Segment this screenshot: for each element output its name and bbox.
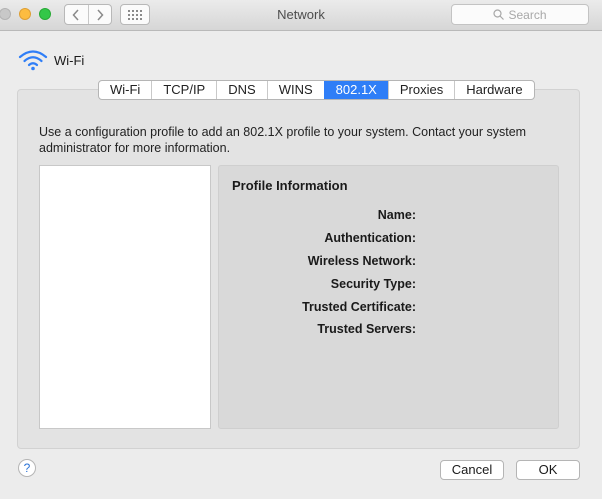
wifi-icon: [18, 50, 48, 71]
tab-wifi[interactable]: Wi-Fi: [99, 81, 151, 99]
authentication-label: Authentication:: [324, 231, 416, 245]
cancel-button[interactable]: Cancel: [440, 460, 504, 480]
profile-info-title: Profile Information: [232, 178, 348, 193]
profile-name-label: Name:: [377, 208, 416, 222]
tab-dns[interactable]: DNS: [216, 81, 266, 99]
tab-hardware[interactable]: Hardware: [454, 81, 533, 99]
tab-wins[interactable]: WINS: [266, 81, 324, 99]
profile-list[interactable]: [39, 165, 211, 429]
tab-tcpip[interactable]: TCP/IP: [151, 81, 216, 99]
trusted-certificate-label: Trusted Certificate:: [302, 300, 416, 314]
search-placeholder: Search: [508, 7, 547, 22]
tab-bar: Wi-Fi TCP/IP DNS WINS 802.1X Proxies Har…: [98, 80, 535, 100]
search-input[interactable]: Search: [451, 4, 589, 25]
network-header: Wi-Fi: [18, 49, 84, 71]
help-button[interactable]: ?: [18, 459, 36, 477]
title-bar: Network Search: [0, 0, 602, 31]
network-name: Wi-Fi: [54, 52, 85, 68]
description-text: Use a configuration profile to add an 80…: [39, 125, 527, 155]
wireless-network-label: Wireless Network:: [307, 254, 416, 268]
tab-proxies[interactable]: Proxies: [387, 81, 454, 99]
security-type-label: Security Type:: [330, 277, 416, 291]
tab-8021x[interactable]: 802.1X: [323, 81, 388, 99]
search-icon: [493, 9, 505, 20]
profile-info-panel: Profile Information: [218, 165, 559, 429]
ok-button[interactable]: OK: [516, 460, 580, 480]
trusted-servers-label: Trusted Servers:: [317, 322, 416, 336]
